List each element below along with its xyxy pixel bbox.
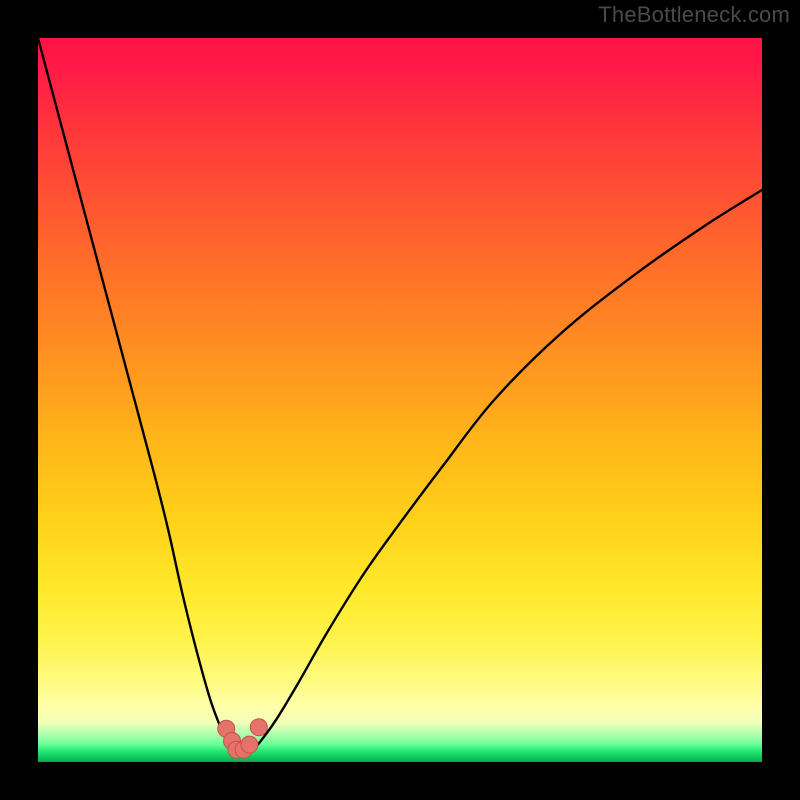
bottleneck-curve: [38, 38, 762, 757]
curve-marker: [241, 736, 258, 753]
chart-svg: [38, 38, 762, 762]
watermark-text: TheBottleneck.com: [598, 2, 790, 28]
curve-marker: [250, 719, 267, 736]
plot-area: [38, 38, 762, 762]
chart-frame: TheBottleneck.com: [0, 0, 800, 800]
curve-markers: [218, 719, 268, 758]
